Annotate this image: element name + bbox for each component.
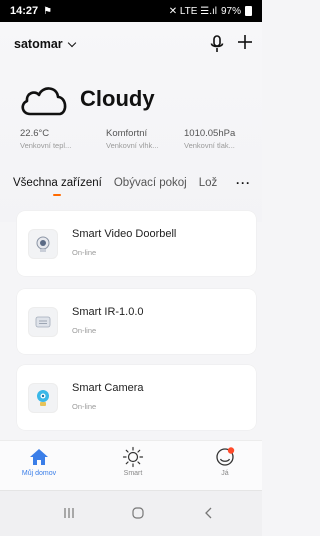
nav-my-home[interactable]: Můj domov (9, 446, 69, 477)
tab-living-room[interactable]: Obývací pokoj (114, 177, 187, 189)
pressure-label: Venkovní tlak... (184, 141, 235, 150)
temperature-value: 22.6°C (20, 128, 50, 139)
microphone-icon[interactable] (209, 35, 225, 53)
sun-icon (122, 446, 144, 468)
chevron-down-icon (67, 38, 76, 47)
weather-stat-temperature: 22.6°C Venkovní tepl... (20, 128, 71, 150)
camera-icon (28, 383, 58, 413)
room-tabs: Všechna zařízení Obývací pokoj Lož ··· (0, 168, 262, 198)
humidity-value: Komfortní (106, 128, 148, 139)
home-name: satomar (14, 37, 63, 51)
recent-apps-icon[interactable] (62, 505, 76, 521)
nav-me[interactable]: Já (195, 446, 255, 477)
cloud-icon (21, 87, 67, 116)
add-device-icon[interactable] (236, 33, 254, 51)
home-header: satomar Cloudy 22.6°C Venkovní tepl... K… (0, 22, 262, 222)
pressure-value: 1010.05hPa (184, 128, 236, 139)
notification-flag-icon: ⚑ (43, 5, 53, 17)
back-icon[interactable] (204, 505, 214, 521)
temperature-label: Venkovní tepl... (20, 141, 72, 150)
nav-smart[interactable]: Smart (103, 446, 163, 477)
tab-bedroom[interactable]: Lož (199, 177, 221, 189)
more-icon[interactable]: ··· (236, 168, 251, 198)
ir-remote-icon (28, 307, 58, 337)
weather-stat-humidity: Komfortní Venkovní vlhk... (106, 128, 159, 150)
device-card-doorbell[interactable]: Smart Video Doorbell On-line (17, 211, 256, 276)
nav-label: Já (221, 470, 229, 477)
bottom-navigation: Můj domov Smart Já (0, 440, 262, 490)
battery-icon (245, 6, 252, 16)
device-card-ir-remote[interactable]: Smart IR-1.0.0 On-line (17, 289, 256, 354)
weather-stat-pressure: 1010.05hPa Venkovní tlak... (184, 128, 235, 150)
profile-icon (216, 447, 235, 466)
device-name: Smart Camera (72, 382, 144, 394)
status-indicators: ✕ LTE ☰.ıl 97% (169, 6, 252, 17)
home-icon (30, 449, 48, 465)
device-status: On-line (72, 402, 97, 411)
device-card-camera[interactable]: Smart Camera On-line (17, 365, 256, 430)
humidity-label: Venkovní vlhk... (106, 141, 159, 150)
device-name: Smart Video Doorbell (72, 228, 177, 240)
weather-condition: Cloudy (80, 86, 155, 111)
nav-label: Smart (123, 470, 143, 477)
signal-indicators: ✕ LTE ☰.ıl (168, 5, 217, 17)
system-home-icon[interactable] (131, 505, 145, 521)
device-status: On-line (72, 326, 97, 335)
home-selector[interactable]: satomar (14, 37, 76, 51)
battery-percent: 97% (220, 5, 241, 17)
tab-all-devices[interactable]: Všechna zařízení (13, 177, 102, 196)
device-status: On-line (72, 248, 97, 257)
device-name: Smart IR-1.0.0 (72, 306, 144, 318)
doorbell-camera-icon (28, 229, 58, 259)
status-time: 14:27 (10, 5, 39, 17)
nav-label: Můj domov (21, 470, 57, 477)
system-navigation-bar (0, 490, 262, 536)
status-bar: 14:27 ⚑ ✕ LTE ☰.ıl 97% (0, 0, 262, 22)
